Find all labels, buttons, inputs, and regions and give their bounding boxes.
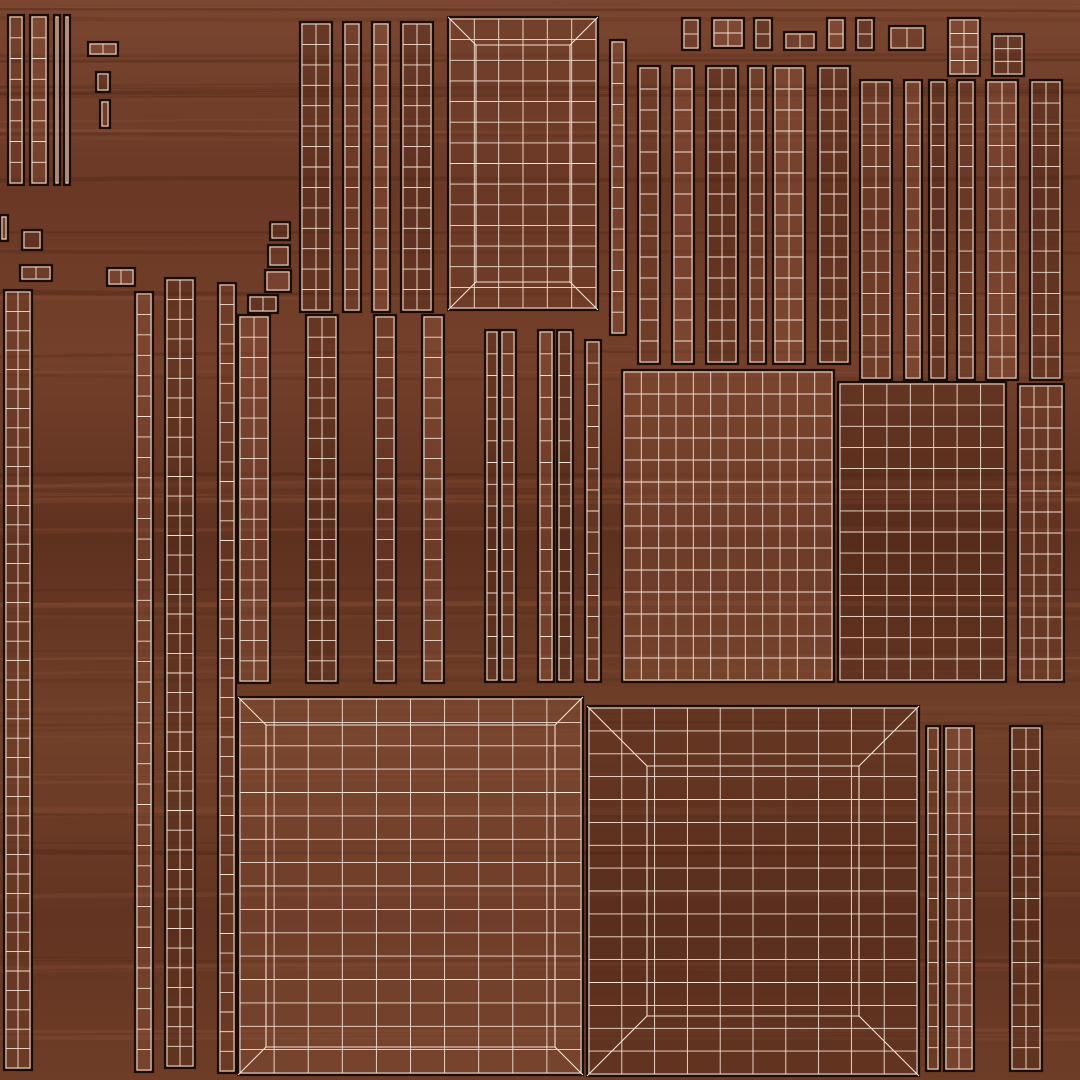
uv-island (236, 313, 272, 685)
uv-island (341, 20, 363, 314)
uv-island (370, 20, 392, 314)
uv-island-outline (62, 13, 72, 187)
uv-island (782, 30, 818, 52)
uv-island (1008, 724, 1044, 1073)
uv-island (924, 724, 942, 1073)
uv-island (942, 724, 976, 1073)
uv-island (266, 243, 292, 269)
uv-island (236, 695, 585, 1077)
uv-island (608, 38, 628, 337)
uv-island (946, 16, 982, 78)
uv-wire-grid (6, 292, 30, 1068)
uv-island (836, 380, 1008, 684)
uv-island (0, 213, 10, 243)
uv-island (990, 32, 1026, 78)
uv-island (902, 78, 924, 382)
uv-island (94, 70, 112, 94)
uv-island (927, 78, 949, 382)
uv-island (52, 13, 62, 187)
uv-island (263, 268, 293, 294)
uv-island (446, 15, 600, 312)
uv-wire-grid (167, 280, 193, 1066)
uv-island (752, 16, 774, 52)
uv-island (133, 290, 155, 1074)
uv-island (216, 281, 238, 1075)
uv-island-outline (52, 13, 62, 187)
uv-island (246, 293, 280, 315)
uv-island (670, 64, 696, 366)
uv-island (854, 16, 876, 52)
uv-island (746, 64, 768, 366)
uv-island (536, 328, 556, 684)
uv-island (816, 64, 852, 366)
uv-island (955, 78, 977, 382)
uv-island-outline (266, 243, 292, 269)
uv-island (680, 16, 702, 52)
uv-island (498, 328, 518, 684)
uv-island (372, 313, 398, 685)
uv-island (2, 288, 34, 1072)
uv-island (399, 20, 435, 314)
uv-island (771, 64, 807, 366)
uv-island (6, 13, 26, 187)
uv-island (28, 13, 50, 187)
uv-island-outline (20, 228, 44, 252)
uv-island (1016, 382, 1066, 684)
uv-island (585, 704, 921, 1078)
uv-island (984, 78, 1020, 382)
uv-island (18, 263, 54, 283)
uv-island (20, 228, 44, 252)
uv-island (62, 13, 72, 187)
uv-island (825, 16, 847, 52)
uv-island (887, 24, 927, 52)
uv-texture-map (0, 0, 1080, 1080)
uv-island (704, 64, 740, 366)
uv-island (298, 20, 334, 314)
uv-island (98, 98, 112, 130)
uv-island (1028, 78, 1064, 382)
uv-island (163, 276, 197, 1070)
uv-island (86, 40, 120, 58)
uv-island-outline (268, 220, 292, 242)
uv-island (268, 220, 292, 242)
uv-island (105, 266, 137, 288)
uv-island (620, 368, 836, 684)
uv-island (304, 313, 340, 685)
uv-island (483, 328, 501, 684)
uv-island (710, 16, 746, 50)
uv-island (420, 313, 446, 685)
uv-island-outline (0, 213, 10, 243)
uv-island (858, 78, 894, 382)
uv-island-outline (263, 268, 293, 294)
uv-island (636, 64, 662, 366)
uv-island (583, 338, 603, 684)
uv-island (555, 328, 575, 684)
